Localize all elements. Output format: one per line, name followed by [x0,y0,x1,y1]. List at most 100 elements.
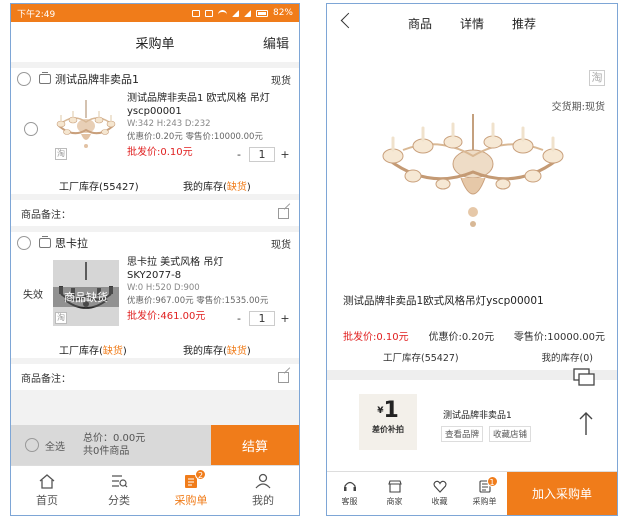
bottom-tab-bar: 首页 分类 2 采购单 我的 [11,465,299,515]
remark-row[interactable]: 商品备注： [11,200,299,226]
customer-service-button[interactable]: 客服 [327,472,372,515]
shop-icon [39,236,51,248]
item-prices: 优惠价:0.20元 零售价:10000.00元 [127,132,263,142]
quantity-input[interactable]: 1 [249,147,275,162]
tab-label: 我的 [252,494,274,507]
tab-detail[interactable]: 详情 [460,15,484,32]
my-stock-label: 我的库存( [183,182,227,193]
settle-button[interactable]: 结算 [211,425,299,465]
quantity-input[interactable]: 1 [249,311,275,326]
cart-card-1: 测试品牌非卖品1 现货 淘 测试品牌非卖品1 欧式风格 吊灯 yscp00001… [11,68,299,194]
select-all-label[interactable]: 全选 [45,438,65,453]
multi-window-icon[interactable] [573,368,595,386]
tab-category[interactable]: 分类 [83,466,155,515]
decrease-button[interactable]: - [231,312,247,325]
item-name[interactable]: 思卡拉 美式风格 吊灯 [127,256,293,269]
total-count: 共0件商品 [83,446,130,457]
tab-recommend[interactable]: 推荐 [512,15,536,32]
edit-note-icon[interactable] [278,207,289,219]
merchant-button[interactable]: 商家 [372,472,417,515]
cart-item: 失效 商品缺货 淘 思卡拉 美式风格 吊灯 SKY2077-8 W:0 H:52… [11,254,299,342]
detail-action-bar: 客服 商家 收藏 1 采购单 加入采购单 [327,471,617,515]
cart-screen: 下午2:49 82% 采购单 编辑 测试品牌非卖品1 现货 淘 测试品牌非卖品1… [10,3,300,516]
alarm-icon [191,9,200,17]
tab-home[interactable]: 首页 [11,466,83,515]
out-of-stock-overlay: 商品缺货 [53,287,119,307]
item-select-radio[interactable] [24,122,38,136]
wholesale-price: 批发价:0.10元 [343,332,409,343]
product-thumbnail[interactable]: 淘 [53,96,119,162]
status-time: 下午2:49 [17,9,56,20]
product-image[interactable] [379,114,567,234]
shop-icon [39,72,51,84]
battery-icon [255,9,268,17]
store-links: 查看品牌 收藏店铺 [441,426,532,442]
price-row: 批发价:0.10元 优惠价:0.20元 零售价:10000.00元 [343,328,605,343]
back-arrow-icon[interactable] [340,12,357,29]
shop-name[interactable]: 测试品牌非卖品1 [55,71,139,87]
product-detail-screen: 商品 详情 推荐 淘 交货期:现货 测试品牌非卖品1欧式风格吊灯yscp0000… [326,3,618,516]
tab-label: 首页 [36,494,58,507]
select-all-radio[interactable] [25,438,39,452]
total-price: 总价：0.00元 [83,433,146,444]
taobao-tag-icon: 淘 [55,148,67,160]
vibrate-icon [204,9,213,17]
retail-price: 零售价:10000.00元 [513,332,605,343]
quantity-stepper: - 1 + [231,147,293,162]
item-dimensions: W:342 H:243 D:232 [127,119,211,129]
favorite-store-button[interactable]: 收藏店铺 [489,426,532,442]
status-icons: 82% [191,8,293,18]
shop-select-radio[interactable] [17,236,31,250]
item-name[interactable]: 测试品牌非卖品1 欧式风格 吊灯 [127,92,293,105]
discount-price: 优惠价:0.20元 [428,332,495,343]
headset-icon [343,481,356,491]
factory-stock-value: 缺货 [102,346,123,357]
scroll-top-icon[interactable] [579,411,593,437]
factory-stock: 工厂库存(缺货) [59,342,183,358]
store-badge-subtitle: 差价补拍 [372,425,404,434]
checkout-bar: 全选 总价：0.00元 共0件商品 结算 [11,425,299,465]
remark-label: 商品备注： [21,373,71,385]
my-stock-close: ) [246,182,251,193]
delivery-time: 交货期:现货 [551,102,605,113]
action-label: 客服 [341,497,358,506]
shop-name[interactable]: 思卡拉 [55,235,88,251]
product-thumbnail[interactable]: 商品缺货 淘 [53,260,119,326]
store-badge-number: ¥1 [359,398,417,424]
remark-row[interactable]: 商品备注： [11,364,299,390]
store-name: 测试品牌非卖品1 [443,411,512,421]
heart-icon [432,480,447,493]
action-label: 采购单 [472,497,497,506]
cart-card-2: 思卡拉 现货 失效 商品缺货 淘 思卡拉 美式风格 吊灯 SKY2077-8 W… [11,232,299,358]
signal-icon [231,9,239,17]
order-button[interactable]: 1 采购单 [462,472,507,515]
tab-order[interactable]: 2 采购单 [155,466,227,515]
edit-button[interactable]: 编辑 [263,33,289,52]
stock-line: 工厂库存(55427) 我的库存(缺货) [11,178,299,194]
store-badge-num: 1 [383,398,399,423]
store-badge[interactable]: ¥1 差价补拍 [359,394,417,450]
shop-row: 测试品牌非卖品1 现货 [11,68,299,90]
battery-level: 82% [272,8,293,18]
order-badge: 1 [486,476,498,487]
home-icon [39,474,55,489]
view-brand-button[interactable]: 查看品牌 [441,426,484,442]
increase-button[interactable]: + [277,312,293,325]
my-stock-label: 我的库存( [183,346,227,357]
my-stock-value: 缺货 [226,182,247,193]
cart-header: 采购单 编辑 [11,22,299,62]
status-bar: 下午2:49 82% [11,4,299,22]
add-to-order-button[interactable]: 加入采购单 [507,472,617,515]
tab-profile[interactable]: 我的 [227,466,299,515]
factory-stock: 工厂库存(55427) [59,182,139,193]
stock-tag: 现货 [271,239,291,251]
favorite-button[interactable]: 收藏 [417,472,462,515]
shop-select-radio[interactable] [17,72,31,86]
wifi-icon [217,10,227,16]
tab-product[interactable]: 商品 [408,15,432,32]
factory-stock: 工厂库存(55427) [383,353,459,364]
edit-note-icon[interactable] [278,371,289,383]
increase-button[interactable]: + [277,148,293,161]
decrease-button[interactable]: - [231,148,247,161]
tab-label: 分类 [108,494,130,507]
